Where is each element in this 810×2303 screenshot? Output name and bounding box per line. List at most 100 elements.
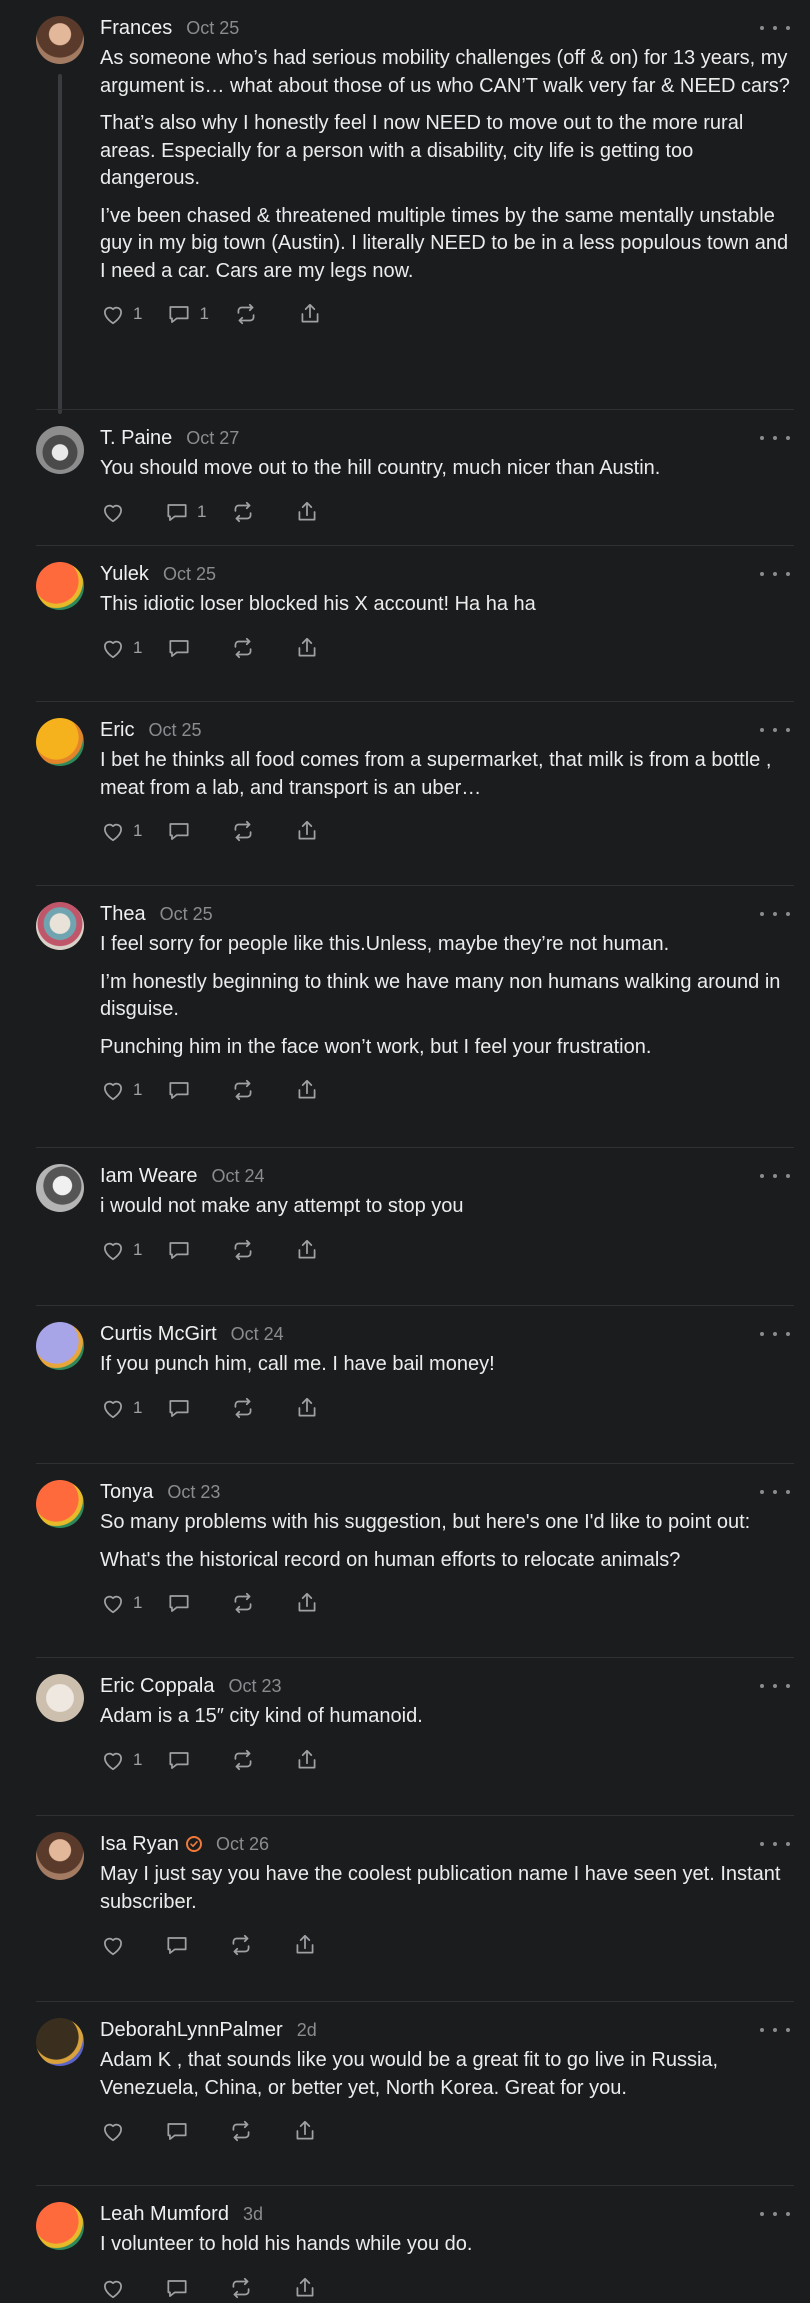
reply-button[interactable] — [166, 635, 192, 661]
like-button[interactable]: 1 — [100, 1077, 142, 1103]
like-button[interactable] — [100, 499, 126, 525]
commenter-name[interactable]: Leah Mumford — [100, 2203, 229, 2226]
share-button[interactable] — [292, 1932, 318, 1958]
reply-button[interactable] — [164, 2118, 190, 2144]
reply-button[interactable] — [166, 1395, 192, 1421]
more-options-icon[interactable] — [760, 1834, 790, 1854]
comment-date[interactable]: Oct 23 — [229, 1676, 282, 1697]
restack-button[interactable] — [230, 1237, 256, 1263]
commenter-name[interactable]: Eric Coppala — [100, 1675, 215, 1698]
more-options-icon[interactable] — [760, 564, 790, 584]
share-button[interactable] — [297, 301, 323, 327]
like-button[interactable]: 1 — [100, 1395, 142, 1421]
person-photo-avatar[interactable] — [36, 16, 84, 64]
like-button[interactable]: 1 — [100, 818, 142, 844]
share-button[interactable] — [294, 1077, 320, 1103]
comment-date[interactable]: 2d — [297, 2020, 317, 2041]
reply-button[interactable] — [166, 1747, 192, 1773]
commenter-name[interactable]: DeborahLynnPalmer — [100, 2019, 283, 2042]
reply-button[interactable] — [166, 818, 192, 844]
share-button[interactable] — [294, 818, 320, 844]
like-button[interactable] — [100, 2275, 126, 2301]
illustrated-avatar[interactable] — [36, 902, 84, 950]
commenter-name[interactable]: T. Paine — [100, 427, 172, 450]
comment-date[interactable]: Oct 26 — [216, 1834, 269, 1855]
commenter-name[interactable]: Yulek — [100, 563, 149, 586]
restack-button[interactable] — [230, 1395, 256, 1421]
reply-button[interactable] — [166, 1237, 192, 1263]
reply-button[interactable] — [166, 1077, 192, 1103]
more-options-icon[interactable] — [760, 18, 790, 38]
commenter-name[interactable]: Thea — [100, 903, 146, 926]
restack-button[interactable] — [233, 301, 259, 327]
more-options-icon[interactable] — [760, 2020, 790, 2040]
commenter-name[interactable]: Frances — [100, 17, 172, 40]
share-button[interactable] — [292, 2118, 318, 2144]
comment-date[interactable]: Oct 24 — [231, 1324, 284, 1345]
orange-gradient-avatar[interactable] — [36, 2202, 84, 2250]
share-button[interactable] — [294, 499, 320, 525]
share-button[interactable] — [294, 1237, 320, 1263]
cat-photo-avatar[interactable] — [36, 426, 84, 474]
reply-button[interactable]: 1 — [164, 499, 206, 525]
restack-button[interactable] — [230, 1747, 256, 1773]
comment-text: i would not make any attempt to stop you — [100, 1195, 464, 1217]
more-options-icon[interactable] — [760, 1482, 790, 1502]
comment-text: I feel sorry for people like this.Unless… — [100, 933, 670, 955]
more-options-icon[interactable] — [760, 904, 790, 924]
more-options-icon[interactable] — [760, 1676, 790, 1696]
comment-date[interactable]: Oct 25 — [148, 720, 201, 741]
comment-date[interactable]: Oct 25 — [160, 904, 213, 925]
like-button[interactable]: 1 — [100, 301, 142, 327]
reply-button[interactable] — [164, 1932, 190, 1958]
reply-button[interactable] — [164, 2275, 190, 2301]
dog-photo-avatar[interactable] — [36, 1674, 84, 1722]
restack-button[interactable] — [228, 1932, 254, 1958]
share-button[interactable] — [294, 635, 320, 661]
share-button[interactable] — [294, 1395, 320, 1421]
restack-button[interactable] — [230, 818, 256, 844]
more-options-icon[interactable] — [760, 1166, 790, 1186]
like-button[interactable] — [100, 2118, 126, 2144]
share-button[interactable] — [294, 1590, 320, 1616]
restack-button[interactable] — [230, 1077, 256, 1103]
comment-icon — [166, 1077, 192, 1103]
commenter-name[interactable]: Tonya — [100, 1481, 153, 1504]
dark-gradient-avatar[interactable] — [36, 2018, 84, 2066]
comment-header: Leah Mumford 3d — [100, 2202, 794, 2226]
like-button[interactable]: 1 — [100, 1747, 142, 1773]
reply-button[interactable] — [166, 1590, 192, 1616]
commenter-name[interactable]: Isa Ryan — [100, 1833, 179, 1856]
more-options-icon[interactable] — [760, 720, 790, 740]
commenter-name[interactable]: Iam Weare — [100, 1165, 197, 1188]
comment-date[interactable]: Oct 27 — [186, 428, 239, 449]
reply-button[interactable]: 1 — [166, 301, 209, 327]
commenter-name[interactable]: Eric — [100, 719, 134, 742]
commenter-name[interactable]: Curtis McGirt — [100, 1323, 217, 1346]
orange-gradient-avatar[interactable] — [36, 562, 84, 610]
restack-button[interactable] — [230, 635, 256, 661]
more-options-icon[interactable] — [760, 1324, 790, 1344]
comment-date[interactable]: Oct 25 — [186, 18, 239, 39]
more-options-icon[interactable] — [760, 428, 790, 448]
restack-button[interactable] — [228, 2118, 254, 2144]
comment-date[interactable]: Oct 23 — [167, 1482, 220, 1503]
share-button[interactable] — [292, 2275, 318, 2301]
more-options-icon[interactable] — [760, 2204, 790, 2224]
orange-gradient-avatar[interactable] — [36, 1480, 84, 1528]
restack-button[interactable] — [230, 499, 256, 525]
yellow-gradient-avatar[interactable] — [36, 718, 84, 766]
share-button[interactable] — [294, 1747, 320, 1773]
comment-date[interactable]: Oct 25 — [163, 564, 216, 585]
like-button[interactable]: 1 — [100, 1237, 142, 1263]
restack-button[interactable] — [230, 1590, 256, 1616]
comment-date[interactable]: Oct 24 — [211, 1166, 264, 1187]
restack-button[interactable] — [228, 2275, 254, 2301]
person-photo-avatar[interactable] — [36, 1832, 84, 1880]
like-button[interactable]: 1 — [100, 1590, 142, 1616]
like-button[interactable] — [100, 1932, 126, 1958]
like-button[interactable]: 1 — [100, 635, 142, 661]
grayscale-photo-avatar[interactable] — [36, 1164, 84, 1212]
comment-date[interactable]: 3d — [243, 2204, 263, 2225]
lavender-gradient-avatar[interactable] — [36, 1322, 84, 1370]
